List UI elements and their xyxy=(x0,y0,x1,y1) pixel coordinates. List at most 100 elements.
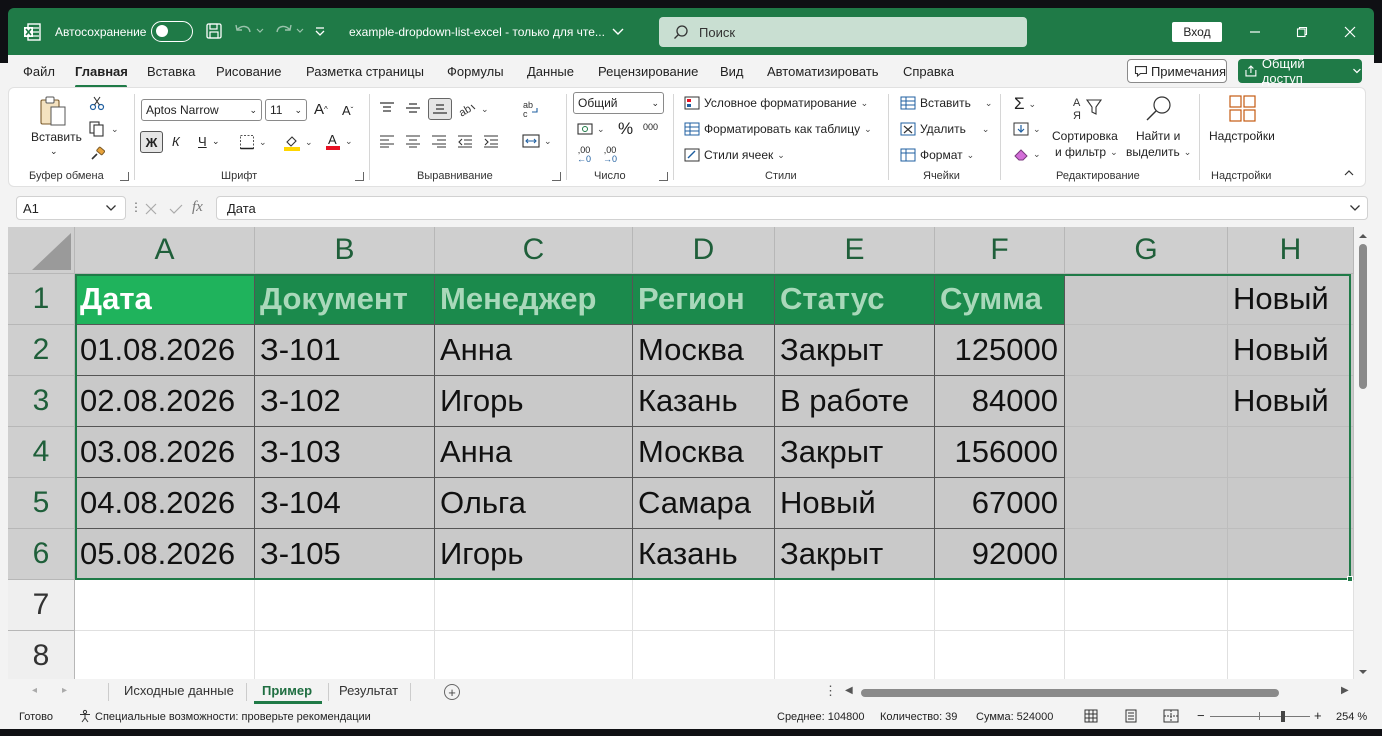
scroll-up-icon[interactable] xyxy=(1354,231,1372,241)
conditional-formatting-button[interactable]: Условное форматирование ⌄ xyxy=(684,96,868,110)
insert-cells-button[interactable]: Вставить ⌄ xyxy=(900,96,992,110)
tab-insert[interactable]: Вставка xyxy=(147,64,195,79)
paste-label[interactable]: Вставить xyxy=(31,130,82,144)
underline-dropdown-icon[interactable]: ⌄ xyxy=(212,136,220,147)
grid-cell[interactable]: З-103 xyxy=(255,427,435,478)
column-header[interactable]: A xyxy=(75,227,255,274)
tab-automate[interactable]: Автоматизировать xyxy=(767,64,879,79)
cut-icon[interactable] xyxy=(89,95,105,111)
minimize-icon[interactable] xyxy=(1245,22,1265,42)
delete-cells-button[interactable]: Удалить ⌄ xyxy=(900,122,989,136)
currency-format-icon[interactable]: ⌄ xyxy=(577,122,605,136)
font-launcher-icon[interactable] xyxy=(355,172,364,181)
grid-cell[interactable]: 05.08.2026 xyxy=(75,529,255,580)
grid-cell[interactable]: 01.08.2026 xyxy=(75,325,255,376)
column-header[interactable]: C xyxy=(435,227,633,274)
row-header[interactable]: 3 xyxy=(8,376,75,427)
document-title[interactable]: example-dropdown-list-excel - только для… xyxy=(349,22,625,42)
find-select-label-line2[interactable]: выделить ⌄ xyxy=(1126,145,1191,159)
format-cells-button[interactable]: Формат ⌄ xyxy=(900,148,974,162)
column-header[interactable]: G xyxy=(1065,227,1228,274)
grid-cell[interactable] xyxy=(1065,580,1228,631)
grid-cell[interactable] xyxy=(255,580,435,631)
vertical-scroll-thumb[interactable] xyxy=(1359,244,1367,389)
font-name-select[interactable]: Aptos Narrow ⌄ xyxy=(141,99,262,121)
share-button[interactable]: Общий доступ xyxy=(1238,56,1362,86)
fill-color-icon[interactable]: ⌄ xyxy=(283,133,313,151)
vertical-scrollbar[interactable] xyxy=(1354,227,1372,679)
copy-icon[interactable]: ⌄ xyxy=(89,121,119,137)
number-format-select[interactable]: Общий ⌄ xyxy=(573,92,664,114)
worksheet-grid[interactable]: A B C D E F G H 1 2 3 4 5 6 7 8 Дата Док… xyxy=(8,227,1354,679)
header-cell[interactable]: Регион xyxy=(633,274,775,325)
autosave-toggle[interactable] xyxy=(151,21,193,42)
grid-cell[interactable]: Анна xyxy=(435,325,633,376)
grid-cell[interactable]: Москва xyxy=(633,427,775,478)
align-middle-icon[interactable] xyxy=(405,101,421,115)
column-header[interactable]: B xyxy=(255,227,435,274)
column-header[interactable]: E xyxy=(775,227,935,274)
align-center-icon[interactable] xyxy=(405,134,421,148)
grid-cell[interactable] xyxy=(1065,427,1228,478)
number-launcher-icon[interactable] xyxy=(659,172,668,181)
row-header[interactable]: 2 xyxy=(8,325,75,376)
page-layout-view-icon[interactable] xyxy=(1124,709,1138,726)
increase-indent-icon[interactable] xyxy=(483,134,499,148)
grid-cell[interactable]: Новый xyxy=(1228,325,1354,376)
grid-cell[interactable]: Новый xyxy=(775,478,935,529)
grid-cell[interactable]: Самара xyxy=(633,478,775,529)
clipboard-launcher-icon[interactable] xyxy=(120,172,129,181)
increase-font-icon[interactable]: A ^ xyxy=(314,101,328,118)
sort-filter-label-line1[interactable]: Сортировка xyxy=(1052,129,1118,143)
grid-cell[interactable]: Новый xyxy=(1228,376,1354,427)
grid-cell[interactable]: З-101 xyxy=(255,325,435,376)
align-top-icon[interactable] xyxy=(379,101,395,115)
scroll-down-icon[interactable] xyxy=(1354,667,1372,677)
grid-cell[interactable] xyxy=(435,631,633,679)
zoom-slider-thumb[interactable] xyxy=(1281,711,1285,722)
grid-cell[interactable]: Новый xyxy=(1228,274,1354,325)
align-bottom-icon[interactable] xyxy=(428,98,452,120)
tab-formulas[interactable]: Формулы xyxy=(447,64,504,79)
grid-cell[interactable] xyxy=(1065,478,1228,529)
grid-cell[interactable]: Закрыт xyxy=(775,529,935,580)
orientation-icon[interactable]: ab ⌄ xyxy=(457,101,489,117)
font-size-select[interactable]: 11 ⌄ xyxy=(265,99,307,121)
grid-cell[interactable] xyxy=(1065,325,1228,376)
sort-filter-label-line2[interactable]: и фильтр ⌄ xyxy=(1055,145,1118,159)
row-header[interactable]: 7 xyxy=(8,580,75,631)
grid-cell[interactable]: 84000 xyxy=(935,376,1065,427)
grid-cell[interactable] xyxy=(255,631,435,679)
addins-button-label[interactable]: Надстройки xyxy=(1209,129,1275,143)
cell-styles-button[interactable]: Стили ячеек ⌄ xyxy=(684,148,785,162)
wrap-text-icon[interactable]: ab c xyxy=(522,100,540,118)
grid-cell[interactable]: З-104 xyxy=(255,478,435,529)
row-header[interactable]: 5 xyxy=(8,478,75,529)
prev-sheet-icon[interactable]: ◂ xyxy=(32,685,37,696)
grid-cell[interactable] xyxy=(75,580,255,631)
clear-icon[interactable]: ⌄ xyxy=(1013,147,1041,161)
grid-cell[interactable]: 02.08.2026 xyxy=(75,376,255,427)
tab-page-layout[interactable]: Разметка страницы xyxy=(306,64,424,79)
grid-cell[interactable]: Москва xyxy=(633,325,775,376)
addins-icon[interactable] xyxy=(1228,94,1258,124)
sheet-tab[interactable]: Исходные данные xyxy=(124,683,234,698)
header-cell[interactable]: Документ xyxy=(255,274,435,325)
cancel-icon[interactable] xyxy=(144,202,158,216)
paste-dropdown-icon[interactable]: ⌄ xyxy=(50,146,58,157)
grid-cell[interactable]: З-105 xyxy=(255,529,435,580)
grid-cell[interactable]: 156000 xyxy=(935,427,1065,478)
grid-cell[interactable] xyxy=(935,631,1065,679)
grid-cell[interactable]: В работе xyxy=(775,376,935,427)
comments-button[interactable]: Примечания xyxy=(1127,59,1227,83)
header-cell[interactable]: Менеджер xyxy=(435,274,633,325)
page-break-view-icon[interactable] xyxy=(1163,709,1179,726)
row-header[interactable]: 8 xyxy=(8,631,75,679)
grid-cell[interactable]: 67000 xyxy=(935,478,1065,529)
insert-function-button[interactable]: fx xyxy=(192,199,203,216)
next-sheet-icon[interactable]: ▸ xyxy=(62,685,67,696)
column-header[interactable]: F xyxy=(935,227,1065,274)
tab-draw[interactable]: Рисование xyxy=(216,64,281,79)
grid-cell[interactable] xyxy=(633,631,775,679)
paste-icon[interactable] xyxy=(33,94,73,128)
